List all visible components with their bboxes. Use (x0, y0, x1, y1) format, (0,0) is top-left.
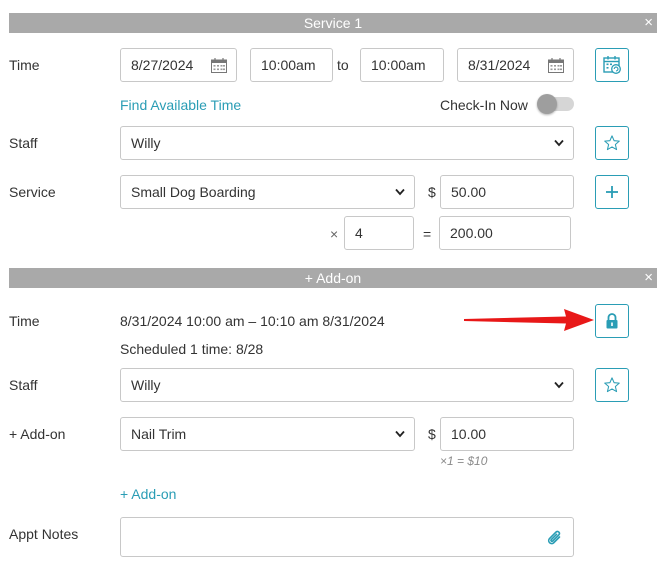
service-label: Service (9, 184, 56, 200)
chevron-down-icon (554, 139, 564, 147)
star-icon (604, 135, 620, 151)
add-service-button[interactable] (595, 175, 629, 209)
check-in-label: Check-In Now (440, 97, 528, 113)
check-in-toggle-knob (537, 94, 557, 114)
service-value: Small Dog Boarding (131, 184, 256, 200)
service-select[interactable]: Small Dog Boarding (120, 175, 415, 209)
addon-price-input[interactable]: 10.00 (440, 417, 574, 451)
service-start-time-field[interactable]: 10:00am (250, 48, 333, 82)
addon-close-button[interactable]: × (644, 268, 653, 288)
service-close-button[interactable]: × (644, 13, 653, 33)
check-in-toggle[interactable] (537, 94, 574, 114)
service-section-header: Service 1 × (9, 13, 657, 33)
service-end-date-field[interactable]: 8/31/2024 (457, 48, 574, 82)
service-total-value: 200.00 (450, 225, 493, 241)
addon-price-hint: ×1 = $10 (440, 454, 488, 468)
calendar-icon[interactable] (548, 58, 564, 73)
plus-icon (606, 186, 618, 198)
chevron-down-icon (395, 430, 405, 438)
paperclip-icon[interactable] (546, 528, 564, 548)
addon-section-title: + Add-on (304, 270, 362, 286)
service-end-time-value: 10:00am (371, 57, 426, 73)
calendar-icon[interactable] (211, 58, 227, 73)
service-start-date-field[interactable]: 8/27/2024 (120, 48, 237, 82)
quantity-value: 4 (355, 225, 363, 241)
addon-staff-select[interactable]: Willy (120, 368, 574, 402)
addon-section-header: + Add-on × (9, 268, 657, 288)
addon-staff-label: Staff (9, 377, 38, 393)
add-addon-link[interactable]: + Add-on (120, 486, 176, 502)
find-available-time-link[interactable]: Find Available Time (120, 97, 241, 113)
addon-price-value: 10.00 (451, 426, 487, 442)
addon-scheduled-text: Scheduled 1 time: 8/28 (120, 341, 264, 357)
service-staff-favorite-button[interactable] (595, 126, 629, 160)
calendar-refresh-button[interactable] (595, 48, 629, 82)
calendar-refresh-icon (603, 56, 621, 74)
appt-notes-label: Appt Notes (9, 526, 79, 542)
equals-sign: = (423, 226, 432, 242)
service-staff-label: Staff (9, 135, 38, 151)
service-end-date-value: 8/31/2024 (468, 57, 531, 73)
service-start-date-value: 8/27/2024 (131, 57, 194, 73)
service-staff-select[interactable]: Willy (120, 126, 574, 160)
addon-currency-symbol: $ (428, 426, 436, 442)
service-end-time-field[interactable]: 10:00am (360, 48, 444, 82)
service-section-title: Service 1 (303, 15, 363, 31)
addon-time-label: Time (9, 313, 40, 329)
appt-notes-input[interactable] (120, 517, 574, 557)
service-price-input[interactable]: 50.00 (440, 175, 574, 209)
service-time-label: Time (9, 57, 40, 73)
service-total-input[interactable]: 200.00 (439, 216, 571, 250)
addon-staff-favorite-button[interactable] (595, 368, 629, 402)
addon-staff-value: Willy (131, 377, 161, 393)
addon-label: + Add-on (9, 426, 66, 442)
chevron-down-icon (395, 188, 405, 196)
time-to-label: to (337, 57, 349, 73)
multiply-sign: × (330, 226, 339, 242)
red-arrow-annotation (464, 309, 594, 331)
service-price-value: 50.00 (451, 184, 487, 200)
addon-time-range: 8/31/2024 10:00 am – 10:10 am 8/31/2024 (120, 313, 385, 329)
quantity-input[interactable]: 4 (344, 216, 414, 250)
addon-select[interactable]: Nail Trim (120, 417, 415, 451)
chevron-down-icon (554, 381, 564, 389)
service-start-time-value: 10:00am (261, 57, 316, 73)
star-icon (604, 377, 620, 393)
service-staff-value: Willy (131, 135, 161, 151)
addon-value: Nail Trim (131, 426, 187, 442)
lock-button[interactable] (595, 304, 629, 338)
lock-icon (606, 313, 618, 329)
service-currency-symbol: $ (428, 184, 436, 200)
